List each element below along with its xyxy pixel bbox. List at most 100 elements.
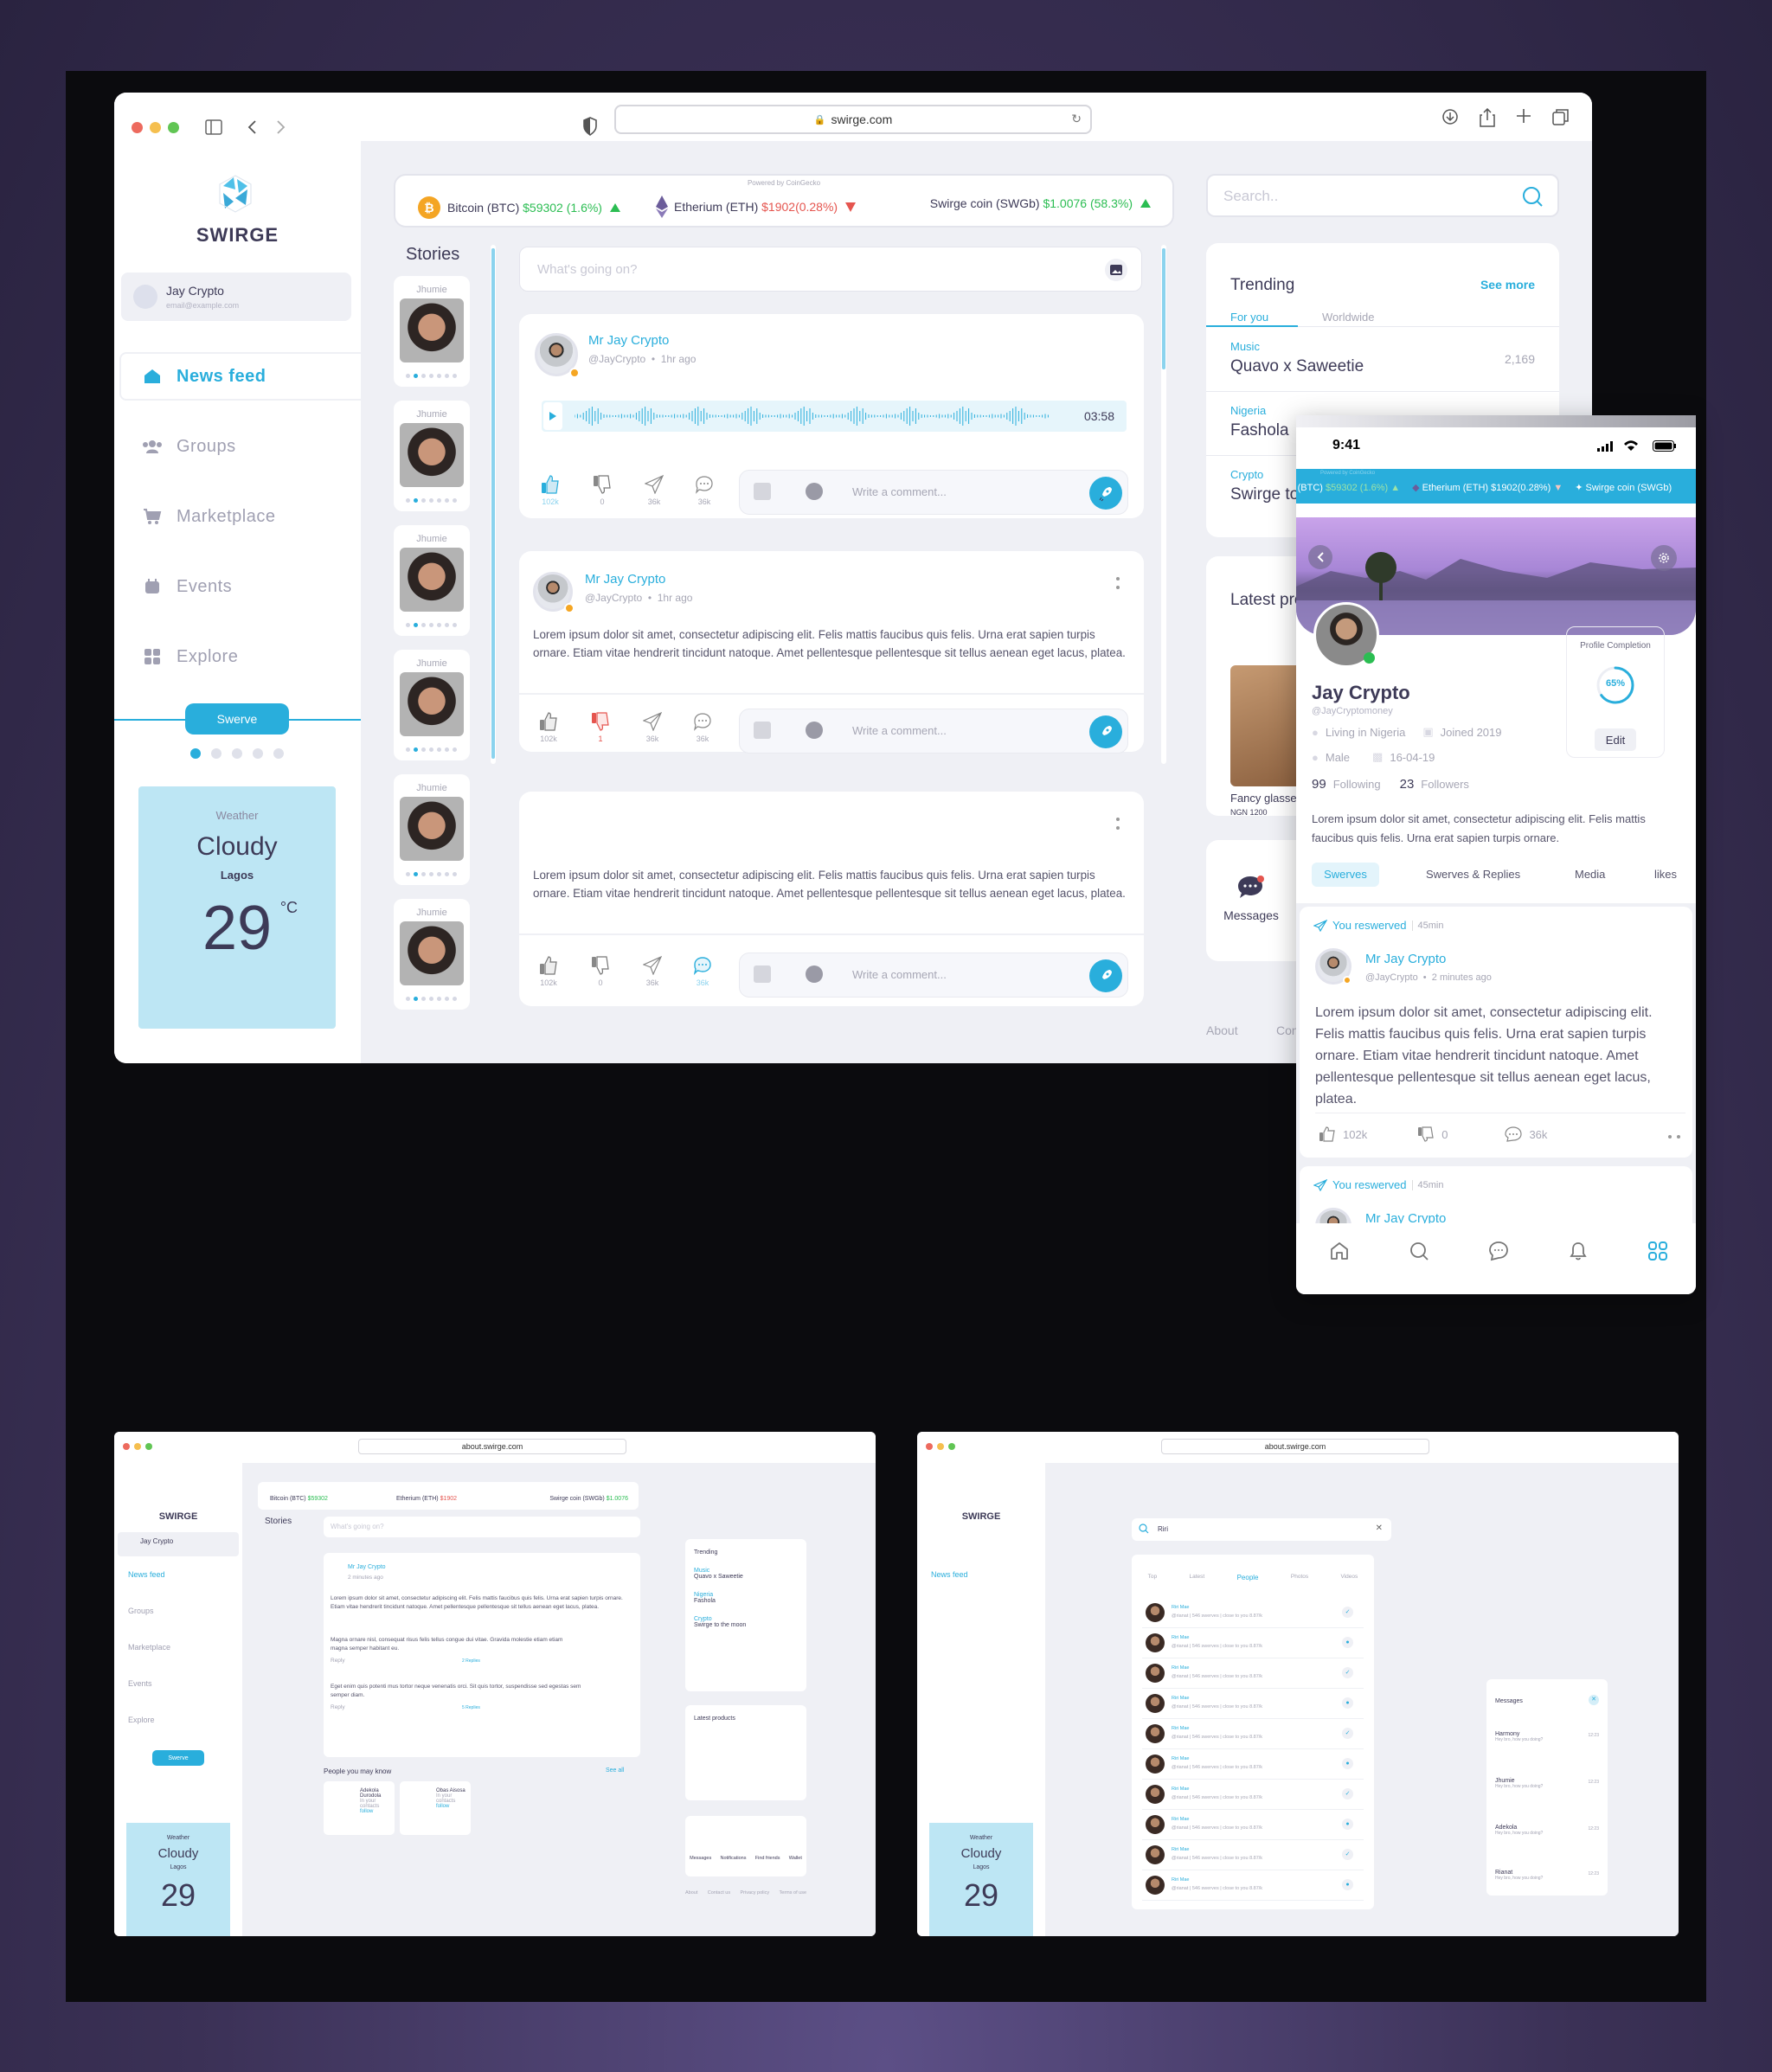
emoji-icon[interactable] [806, 483, 823, 500]
dislike-button[interactable]: 0 [585, 956, 616, 987]
story-card[interactable]: Jhumie [394, 650, 470, 760]
trending-tab-worldwide[interactable]: Worldwide [1322, 311, 1374, 324]
author-name[interactable]: Mr Jay Crypto [348, 1563, 386, 1572]
comment-button[interactable]: 36k [1505, 1126, 1547, 1142]
address-bar[interactable]: about.swirge.com [1161, 1439, 1429, 1454]
followers-count[interactable]: 23 [1400, 777, 1415, 792]
like-button[interactable]: 102k [1319, 1126, 1367, 1142]
tab-videos[interactable]: Videos [1340, 1574, 1358, 1581]
minimize-window-button[interactable] [937, 1443, 944, 1450]
address-bar[interactable]: about.swirge.com [358, 1439, 626, 1454]
follow-button[interactable]: follow [360, 1809, 395, 1814]
author-name[interactable]: Mr Jay Crypto [588, 333, 696, 348]
sidebar-toggle-icon[interactable] [205, 119, 222, 135]
search-icon[interactable] [1521, 185, 1544, 208]
add-image-icon[interactable] [1105, 259, 1127, 281]
emoji-icon[interactable] [806, 965, 823, 983]
trending-item[interactable]: Music Quavo x Saweetie 2,169 [1206, 328, 1559, 392]
nav-item-events[interactable]: Events [128, 1679, 152, 1688]
trending-topic[interactable]: Quavo x Saweetie [694, 1574, 798, 1580]
nav-item-marketplace[interactable]: Marketplace [114, 492, 365, 541]
carousel-dot[interactable] [211, 748, 222, 759]
comment-button[interactable]: 36k [687, 956, 718, 987]
search-box[interactable]: Search.. [1206, 174, 1559, 217]
quick-link-notifications[interactable]: Notifications [721, 1856, 747, 1876]
tab-media[interactable]: Media [1575, 868, 1605, 881]
trending-see-more[interactable]: See more [1480, 278, 1535, 292]
person-card[interactable]: Obas Aisosa In your contacts follow [400, 1781, 471, 1835]
tab-latest[interactable]: Latest [1190, 1574, 1205, 1581]
nav-item-news-feed[interactable]: News feed [931, 1570, 968, 1579]
search-result-row[interactable]: Riri Mae @rianat | 546 swerves | close to… [1142, 1658, 1364, 1689]
clear-search-icon[interactable]: ✕ [1376, 1524, 1383, 1533]
nav-item-groups[interactable]: Groups [114, 422, 365, 471]
footer-link[interactable]: About [685, 1890, 697, 1896]
maximize-window-button[interactable] [948, 1443, 955, 1450]
message-item[interactable]: Adekola Hey bro, how you doing? 12:23 [1495, 1825, 1599, 1836]
ticker-coin-eth[interactable]: Etherium (ETH) $1902 (0.28%) [655, 195, 857, 219]
ticker-coin-btc[interactable]: in (BTC) $59302 (1.6%) ▲ [1296, 483, 1400, 493]
people-see-all[interactable]: See all [606, 1767, 624, 1774]
nav-item-news-feed[interactable]: News feed [128, 1570, 165, 1579]
attach-image-icon[interactable] [754, 965, 771, 983]
ticker-coin-eth[interactable]: ◆ Etherium (ETH) $1902(0.28%) ▼ [1412, 482, 1563, 493]
bottom-nav-menu-grid-icon[interactable] [1647, 1241, 1668, 1261]
story-card[interactable]: Jhumie [394, 899, 470, 1010]
add-friend-icon[interactable]: ● [1342, 1697, 1353, 1709]
play-icon[interactable] [543, 402, 562, 430]
nav-item-marketplace[interactable]: Marketplace [128, 1643, 170, 1652]
trending-topic[interactable]: Swirge to the moon [694, 1622, 798, 1628]
reply-button[interactable]: Reply [331, 1703, 345, 1712]
person-card[interactable]: Adekola Durodola In your contacts follow [324, 1781, 395, 1835]
message-item[interactable]: Rianat Hey bro, how you doing? 12:23 [1495, 1870, 1599, 1881]
edit-profile-button[interactable]: Edit [1595, 728, 1636, 751]
nav-item-groups[interactable]: Groups [128, 1607, 154, 1615]
back-button[interactable] [1308, 545, 1332, 569]
story-card[interactable]: Jhumie [394, 401, 470, 511]
tabs-overview-icon[interactable] [1552, 108, 1570, 127]
followed-check-icon[interactable]: ✓ [1342, 1607, 1353, 1618]
nav-item-explore[interactable]: Explore [114, 632, 365, 681]
tab-people[interactable]: People [1237, 1574, 1259, 1581]
swerve-button[interactable]: Swerve [185, 703, 289, 735]
ticker-coin-eth[interactable]: Etherium (ETH) $1902 [396, 1496, 457, 1502]
close-window-button[interactable] [926, 1443, 933, 1450]
ticker-coin-btc[interactable]: ₿ Bitcoin (BTC) $59302 (1.6%) [418, 196, 621, 219]
comment-input[interactable]: Write a comment... [852, 724, 947, 737]
followed-check-icon[interactable]: ✓ [1342, 1849, 1353, 1860]
ticker-coin-swgb[interactable]: Swirge coin (SWGb) $1.0076 [549, 1496, 628, 1502]
author-name[interactable]: Mr Jay Crypto [585, 572, 692, 587]
followers-label[interactable]: Followers [1421, 778, 1469, 791]
share-icon[interactable] [1480, 108, 1495, 127]
dislike-button[interactable]: 0 [1417, 1126, 1448, 1142]
quick-link-messages[interactable]: Messages [690, 1856, 711, 1876]
story-card[interactable]: Jhumie [394, 525, 470, 636]
stories-scrollbar[interactable] [491, 245, 496, 764]
ticker-coin-btc[interactable]: Bitcoin (BTC) $59302 [270, 1496, 328, 1502]
tab-swerves-replies[interactable]: Swerves & Replies [1426, 868, 1520, 881]
tab-photos[interactable]: Photos [1291, 1574, 1308, 1581]
address-bar[interactable]: 🔒 swirge.com ↻ [614, 105, 1092, 134]
message-item[interactable]: Harmony Hey bro, how you doing? 12:23 [1495, 1731, 1599, 1742]
comment-button[interactable]: 36k [687, 712, 718, 743]
nav-item-events[interactable]: Events [114, 562, 365, 611]
forward-arrow-icon[interactable] [276, 119, 286, 135]
quick-link-messages[interactable]: Messages [1217, 875, 1286, 922]
share-button[interactable]: 36k [637, 956, 668, 987]
quick-link-wallet[interactable]: Wallet [789, 1856, 802, 1876]
download-icon[interactable] [1441, 108, 1459, 127]
emoji-icon[interactable] [806, 722, 823, 739]
search-result-row[interactable]: Riri Mae @rianat | 546 swerves | close to… [1142, 1689, 1364, 1719]
like-button[interactable]: 102k [535, 475, 566, 506]
back-arrow-icon[interactable] [247, 119, 257, 135]
message-item[interactable]: Jhumie Hey bro, how you doing? 12:23 [1495, 1778, 1599, 1789]
story-card[interactable]: Jhumie [394, 276, 470, 387]
share-button[interactable]: 36k [637, 712, 668, 743]
search-result-row[interactable]: Riri Mae @rianat | 546 swerves | close to… [1142, 1870, 1364, 1901]
close-window-button[interactable] [132, 121, 143, 133]
new-tab-icon[interactable] [1516, 108, 1531, 127]
tab-likes[interactable]: likes [1654, 868, 1677, 881]
nav-item-news-feed[interactable]: News feed [114, 352, 365, 401]
carousel-dot[interactable] [273, 748, 284, 759]
tab-swerves[interactable]: Swerves [1312, 863, 1379, 887]
